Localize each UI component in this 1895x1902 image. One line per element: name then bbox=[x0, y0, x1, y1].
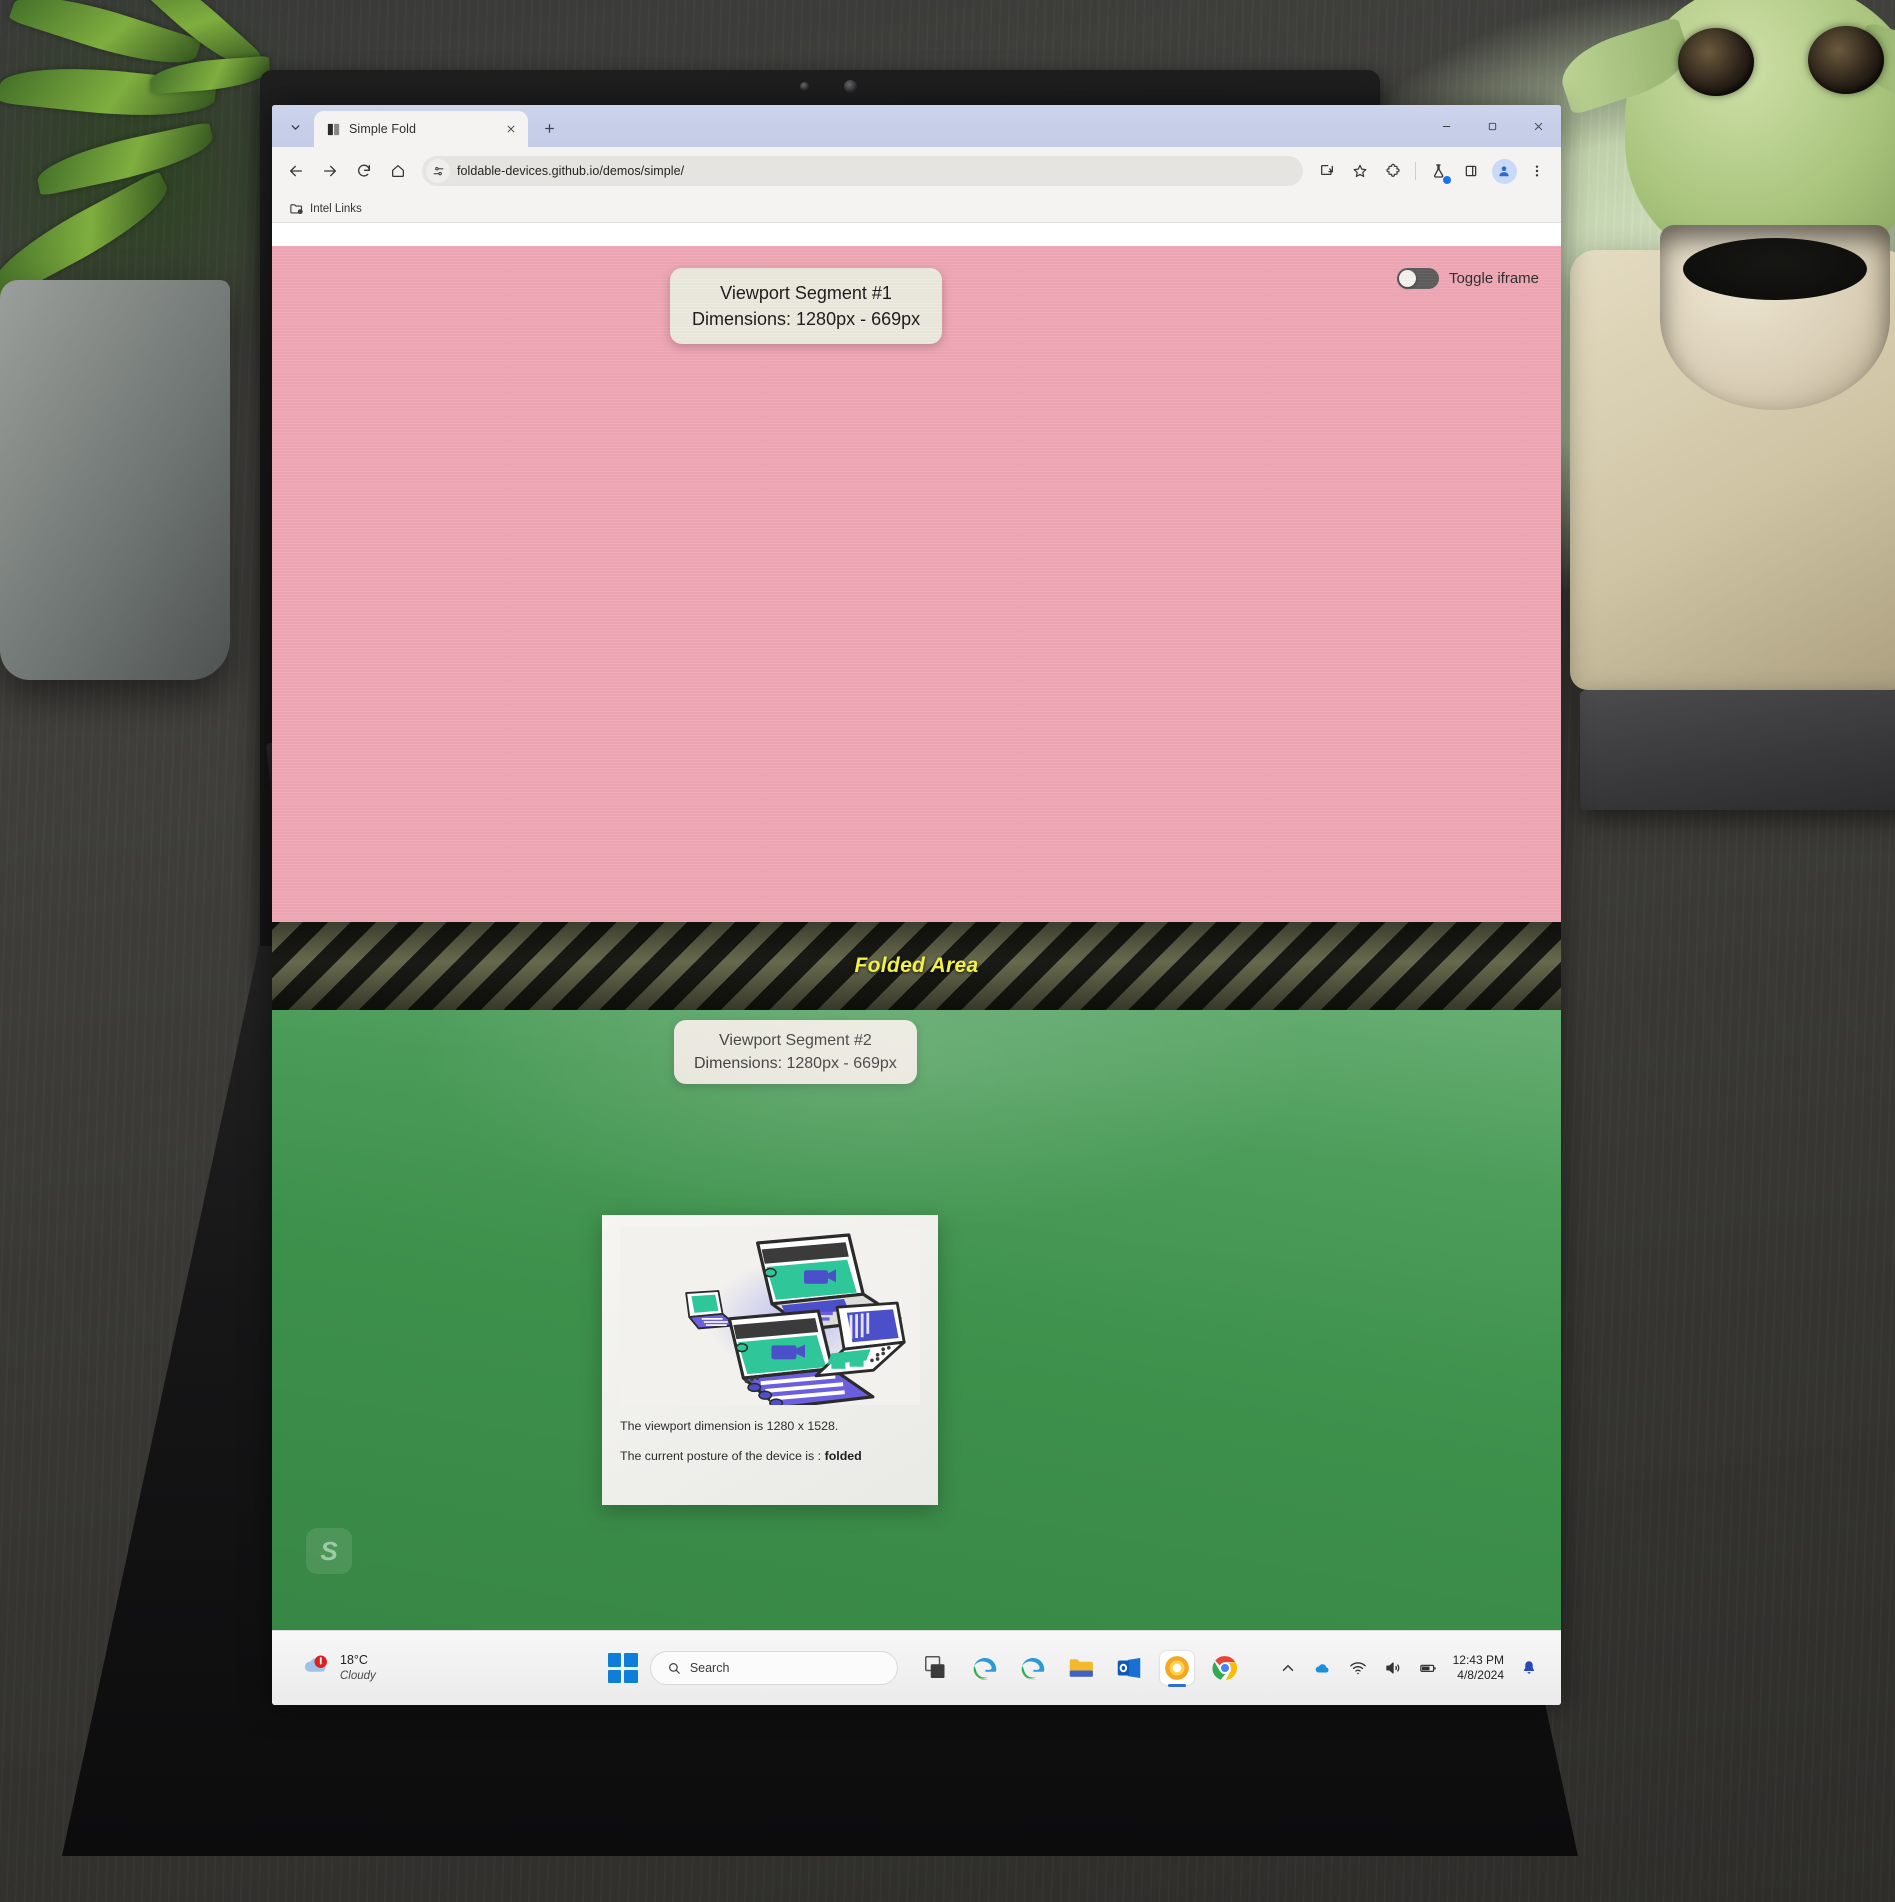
weather-widget[interactable]: 18°C Cloudy bbox=[272, 1652, 572, 1683]
address-bar[interactable]: foldable-devices.github.io/demos/simple/ bbox=[422, 156, 1303, 186]
folder-managed-icon bbox=[289, 201, 304, 216]
content-card: The viewport dimension is 1280 x 1528. T… bbox=[602, 1215, 938, 1505]
s-badge-icon: S bbox=[306, 1528, 352, 1574]
edge-dev-icon[interactable] bbox=[1016, 1651, 1050, 1685]
system-tray: 12:43 PM 4/8/2024 bbox=[1278, 1653, 1561, 1683]
chrome-canary-icon[interactable] bbox=[1159, 1651, 1194, 1687]
taskbar-clock[interactable]: 12:43 PM 4/8/2024 bbox=[1453, 1653, 1504, 1683]
foldable-laptops-illustration bbox=[620, 1227, 920, 1405]
cloud-icon[interactable] bbox=[1313, 1658, 1333, 1678]
bell-icon[interactable] bbox=[1519, 1658, 1539, 1678]
viewport-segment-1: Viewport Segment #1 Dimensions: 1280px -… bbox=[272, 246, 1561, 922]
clock-time: 12:43 PM bbox=[1452, 1653, 1504, 1667]
three-dot-menu-icon[interactable] bbox=[1521, 155, 1553, 187]
bookmark-intel-links[interactable]: Intel Links bbox=[284, 199, 367, 218]
toggle-iframe-label: Toggle iframe bbox=[1448, 270, 1539, 287]
task-view-icon[interactable] bbox=[920, 1651, 954, 1685]
folded-area-label: Folded Area bbox=[854, 954, 979, 977]
windows-logo-icon[interactable] bbox=[607, 1653, 638, 1683]
install-app-icon[interactable] bbox=[1311, 155, 1343, 187]
side-panel-icon[interactable] bbox=[1455, 155, 1487, 187]
tune-icon[interactable] bbox=[426, 159, 450, 183]
segment-1-info-card: Viewport Segment #1 Dimensions: 1280px -… bbox=[670, 268, 943, 345]
switch-knob bbox=[1398, 270, 1416, 287]
flask-badge bbox=[1443, 176, 1451, 184]
viewport-segment-2: Viewport Segment #2 Dimensions: 1280px -… bbox=[272, 1010, 1561, 1630]
edge-icon[interactable] bbox=[968, 1651, 1002, 1685]
search-placeholder: Search bbox=[689, 1661, 730, 1675]
arrow-right-icon[interactable] bbox=[314, 155, 346, 187]
posture-value: folded bbox=[824, 1448, 862, 1463]
new-tab-button[interactable] bbox=[534, 113, 564, 143]
search-icon bbox=[668, 1663, 680, 1674]
mug-opening bbox=[1683, 238, 1867, 300]
search-input[interactable]: Search bbox=[649, 1651, 898, 1685]
avatar bbox=[1491, 158, 1517, 184]
segment-2-dimensions: Dimensions: 1280px - 669px bbox=[694, 1055, 897, 1073]
flask-icon[interactable] bbox=[1422, 155, 1454, 187]
chrome-icon[interactable] bbox=[1208, 1651, 1242, 1685]
cloud-rain-icon bbox=[302, 1653, 332, 1683]
maximize-icon[interactable] bbox=[1469, 105, 1515, 147]
figurine-eye-right bbox=[1808, 26, 1884, 94]
profile-avatar-icon[interactable] bbox=[1488, 155, 1520, 187]
card-text-block: The viewport dimension is 1280 x 1528. T… bbox=[602, 1417, 938, 1476]
tab-search-button[interactable] bbox=[278, 112, 312, 142]
home-icon[interactable] bbox=[382, 155, 414, 187]
toolbar-divider bbox=[1415, 162, 1416, 180]
clock-date: 4/8/2024 bbox=[1457, 1668, 1504, 1682]
laptop-screen: Simple Fold foldable-devices.github.io/d… bbox=[272, 105, 1561, 1705]
window-controls bbox=[1423, 105, 1561, 147]
windows-taskbar: 18°C Cloudy Search 12:43 PM 4/8/2024 bbox=[272, 1630, 1561, 1705]
background-keyboard bbox=[1580, 690, 1895, 810]
chevron-up-icon[interactable] bbox=[1278, 1658, 1298, 1678]
desk-photo-scene: Simple Fold foldable-devices.github.io/d… bbox=[0, 0, 1895, 1902]
puzzle-piece-icon[interactable] bbox=[1377, 155, 1409, 187]
bookmark-label: Intel Links bbox=[310, 202, 362, 215]
segment-2-title: Viewport Segment #2 bbox=[719, 1032, 872, 1049]
segment-1-title: Viewport Segment #1 bbox=[720, 283, 892, 303]
plant-pot bbox=[0, 280, 230, 680]
toolbar-right-actions bbox=[1311, 155, 1553, 187]
toggle-iframe-switch[interactable] bbox=[1396, 268, 1439, 289]
wifi-icon[interactable] bbox=[1348, 1658, 1368, 1678]
battery-icon[interactable] bbox=[1418, 1658, 1438, 1678]
browser-toolbar: foldable-devices.github.io/demos/simple/ bbox=[272, 147, 1561, 195]
weather-condition: Cloudy bbox=[340, 1669, 376, 1682]
browser-chrome: Simple Fold foldable-devices.github.io/d… bbox=[272, 105, 1561, 223]
segment-1-dimensions: Dimensions: 1280px - 669px bbox=[692, 309, 921, 330]
star-icon[interactable] bbox=[1344, 155, 1376, 187]
weather-temperature: 18°C bbox=[340, 1653, 368, 1668]
tab-title: Simple Fold bbox=[349, 122, 417, 136]
speaker-icon[interactable] bbox=[1383, 1658, 1403, 1678]
close-window-icon[interactable] bbox=[1515, 105, 1561, 147]
outlook-icon[interactable] bbox=[1112, 1651, 1146, 1685]
close-icon[interactable] bbox=[502, 120, 520, 138]
posture-prefix: The current posture of the device is : bbox=[620, 1448, 825, 1463]
figurine-eye-left bbox=[1678, 28, 1754, 96]
sensor-dot bbox=[800, 82, 809, 91]
bookmarks-bar: Intel Links bbox=[272, 195, 1561, 223]
arrow-left-icon[interactable] bbox=[280, 155, 312, 187]
folder-icon[interactable] bbox=[1064, 1651, 1098, 1685]
reload-icon[interactable] bbox=[348, 155, 380, 187]
tab-strip: Simple Fold bbox=[272, 105, 1561, 147]
url-text: foldable-devices.github.io/demos/simple/ bbox=[457, 164, 685, 178]
browser-tab[interactable]: Simple Fold bbox=[314, 111, 528, 147]
taskbar-center: Search bbox=[572, 1651, 1278, 1687]
minimize-icon[interactable] bbox=[1423, 105, 1469, 147]
posture-line: The current posture of the device is : f… bbox=[620, 1447, 920, 1466]
active-indicator bbox=[1167, 1684, 1186, 1687]
taskbar-apps bbox=[920, 1651, 1242, 1687]
folded-area: Folded Area bbox=[272, 922, 1561, 1010]
toggle-iframe-control[interactable]: Toggle iframe bbox=[1396, 268, 1539, 289]
webcam-icon bbox=[844, 80, 857, 93]
book-icon bbox=[326, 122, 341, 137]
viewport-dimension-line: The viewport dimension is 1280 x 1528. bbox=[620, 1419, 839, 1433]
segment-2-info-card: Viewport Segment #2 Dimensions: 1280px -… bbox=[674, 1020, 917, 1085]
weather-text: 18°C Cloudy bbox=[340, 1652, 376, 1683]
